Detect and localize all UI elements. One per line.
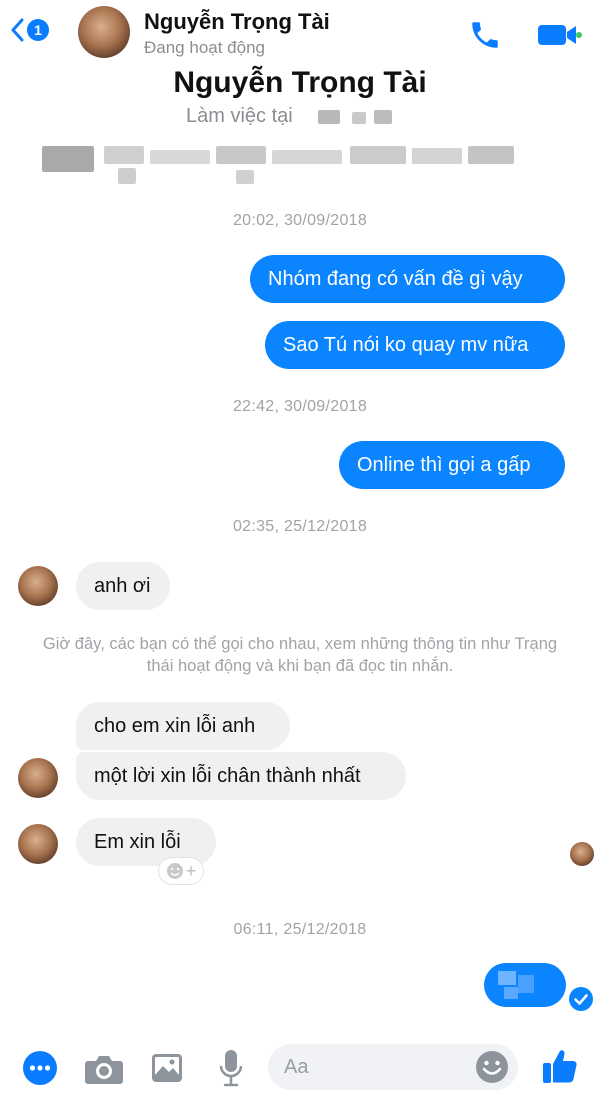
redacted-text <box>104 146 144 164</box>
redacted-text <box>518 975 534 993</box>
emoji-icon[interactable] <box>474 1049 510 1085</box>
gallery-icon[interactable] <box>150 1052 184 1084</box>
redacted-text <box>412 148 462 164</box>
contact-status: Đang hoạt động <box>144 38 265 57</box>
incoming-message[interactable]: cho em xin lỗi anh <box>76 702 290 750</box>
redacted-text <box>318 110 340 124</box>
contact-name[interactable]: Nguyễn Trọng Tài <box>144 9 330 35</box>
chevron-left-icon <box>11 18 24 42</box>
redacted-text <box>118 168 136 184</box>
timestamp: 22:42, 30/09/2018 <box>232 398 368 415</box>
delivered-check-icon <box>569 987 593 1011</box>
contact-avatar[interactable] <box>18 758 58 798</box>
outgoing-message[interactable]: Sao Tú nói ko quay mv nữa <box>265 321 565 369</box>
redacted-text <box>150 150 210 164</box>
contact-avatar[interactable] <box>18 566 58 606</box>
redacted-text <box>42 146 94 172</box>
camera-icon[interactable] <box>84 1052 124 1086</box>
redacted-text <box>216 146 266 164</box>
video-camera-icon[interactable] <box>536 20 582 50</box>
phone-icon[interactable] <box>468 18 502 52</box>
profile-work: Làm việc tại <box>186 105 293 127</box>
profile-name: Nguyễn Trọng Tài <box>173 66 427 99</box>
unread-badge: 1 <box>27 19 49 41</box>
redacted-text <box>374 110 392 124</box>
redacted-text <box>468 146 514 164</box>
more-icon[interactable] <box>22 1050 58 1086</box>
plus-icon: + <box>185 860 197 881</box>
redacted-text <box>350 146 406 164</box>
thumbs-up-icon[interactable] <box>540 1046 580 1086</box>
microphone-icon[interactable] <box>218 1048 244 1088</box>
add-reaction-button[interactable]: + <box>158 857 204 885</box>
incoming-message[interactable]: anh ơi <box>76 562 170 610</box>
system-notice: Giờ đây, các bạn có thể gọi cho nhau, xe… <box>42 635 558 675</box>
redacted-text <box>352 112 366 124</box>
smiley-icon <box>166 863 183 879</box>
outgoing-message[interactable]: Online thì gọi a gấp <box>339 441 565 489</box>
incoming-message[interactable]: một lời xin lỗi chân thành nhất <box>76 752 406 800</box>
redacted-text <box>504 987 518 999</box>
redacted-text <box>236 170 254 184</box>
outgoing-message[interactable]: Nhóm đang có vấn đề gì vậy <box>250 255 565 303</box>
contact-avatar[interactable] <box>78 6 130 58</box>
back-button[interactable]: 1 <box>10 18 49 42</box>
timestamp: 06:11, 25/12/2018 <box>233 921 367 938</box>
seen-indicator-avatar <box>570 842 594 866</box>
redacted-text <box>498 971 516 985</box>
timestamp: 02:35, 25/12/2018 <box>232 518 368 535</box>
redacted-text <box>272 150 342 164</box>
chat-header: 1 Nguyễn Trọng Tài Đang hoạt động <box>0 0 600 66</box>
contact-avatar[interactable] <box>18 824 58 864</box>
outgoing-message-redacted[interactable] <box>484 963 566 1007</box>
timestamp: 20:02, 30/09/2018 <box>232 212 368 229</box>
